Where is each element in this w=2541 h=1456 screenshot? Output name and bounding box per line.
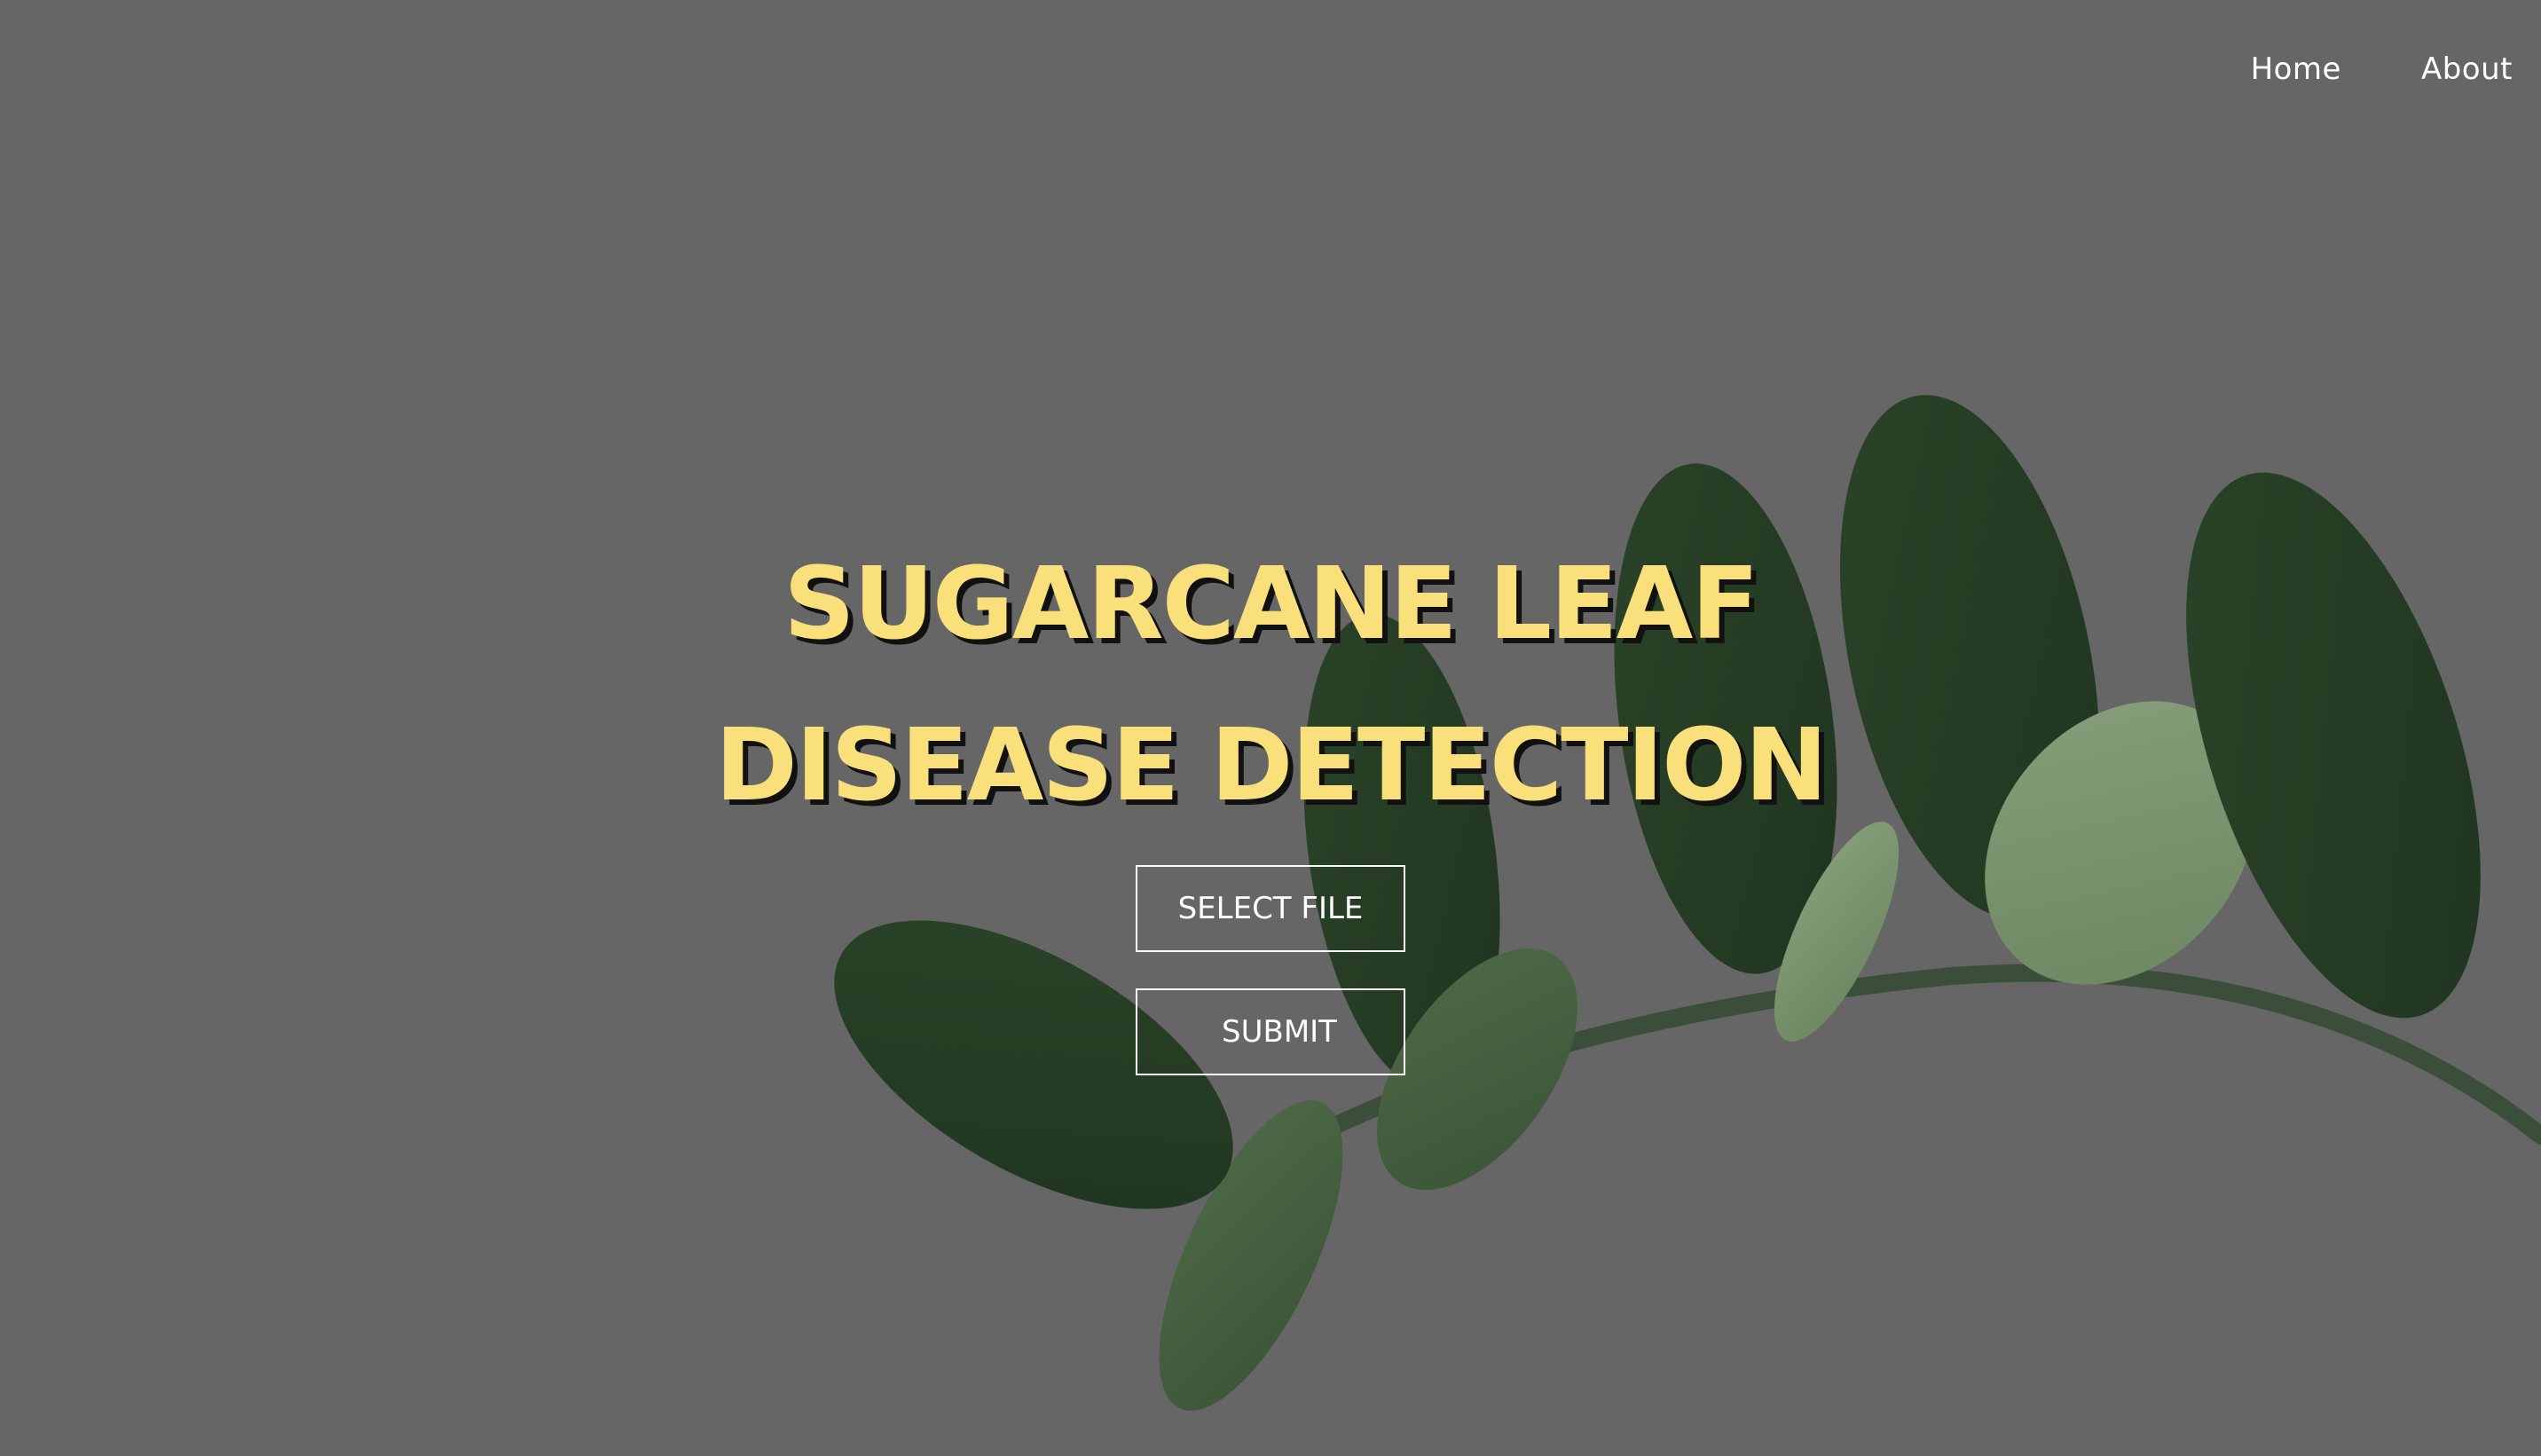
page-title: SUGARCANE LEAF DISEASE DETECTION xyxy=(0,523,2541,846)
nav-link-home[interactable]: Home xyxy=(2251,51,2341,87)
top-navigation: Home About xyxy=(2251,51,2513,87)
select-file-label: SELECT FILE xyxy=(1177,891,1364,926)
title-line-2: DISEASE DETECTION xyxy=(714,708,1828,823)
submit-label: SUBMIT xyxy=(1222,1014,1337,1050)
hero-section: SUGARCANE LEAF DISEASE DETECTION xyxy=(0,523,2541,846)
nav-link-about[interactable]: About xyxy=(2421,51,2513,87)
select-file-button[interactable]: SELECT FILE xyxy=(1136,865,1405,952)
upload-actions: SELECT FILE SUBMIT xyxy=(1136,865,1405,1075)
title-line-1: SUGARCANE LEAF xyxy=(783,547,1759,662)
submit-button[interactable]: SUBMIT xyxy=(1136,988,1405,1075)
